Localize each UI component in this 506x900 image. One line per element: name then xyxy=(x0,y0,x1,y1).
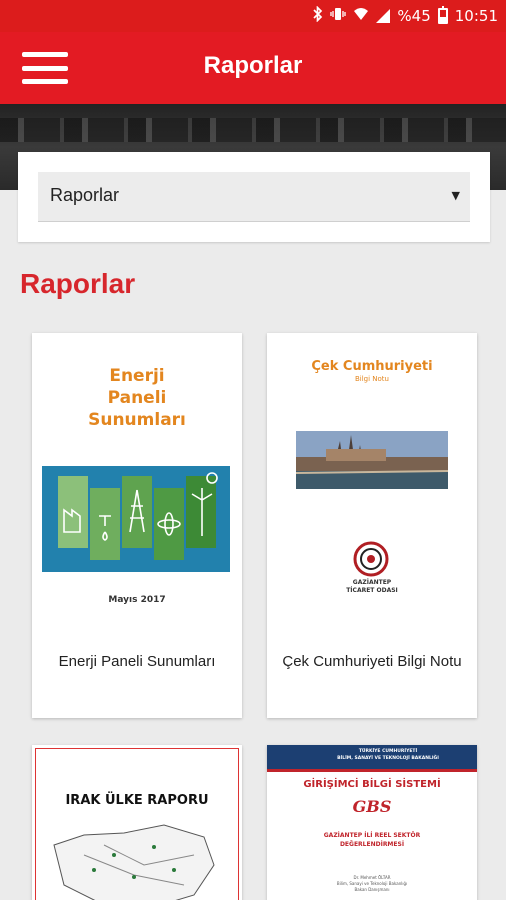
dropdown-arrow-icon: ▼ xyxy=(451,189,460,202)
report-card-enerji[interactable]: Enerji Paneli Sunumları Mayıs 2017 Enerj… xyxy=(32,333,242,718)
app-bar-title: Raporlar xyxy=(203,52,303,79)
cover-author: Dr. Mehmet ÖLTAR Bilim, Sanayi ve Teknol… xyxy=(336,875,408,892)
cover-title: GİRİŞİMCİ BİLGİ SİSTEMİ xyxy=(303,779,441,790)
report-card-caption: Çek Cumhuriyeti Bilgi Notu xyxy=(282,653,462,670)
cover-date: Mayıs 2017 xyxy=(108,595,166,605)
cover-header-band: TÜRKİYE CUMHURİYETİ BİLİM, SANAYİ VE TEK… xyxy=(267,745,477,769)
gaziantep-chamber-logo xyxy=(353,541,389,577)
app-bar: Raporlar xyxy=(0,32,506,104)
logo-caption: GAZİANTEP TİCARET ODASI xyxy=(346,579,398,594)
section-title: Raporlar xyxy=(20,268,136,299)
energy-illustration xyxy=(42,466,230,572)
gbs-logo: GBS xyxy=(352,797,392,816)
cover-title: Enerji Paneli Sunumları xyxy=(88,366,186,430)
dropdown-selected-value: Raporlar xyxy=(50,185,120,205)
cover-title: IRAK ÜLKE RAPORU xyxy=(65,793,209,808)
wifi-icon xyxy=(353,6,369,26)
iraq-map xyxy=(44,815,224,900)
prague-photo xyxy=(296,431,448,489)
bluetooth-icon xyxy=(313,5,323,26)
signal-icon xyxy=(376,9,391,23)
status-bar: %45 10:51 xyxy=(0,0,506,32)
battery-icon xyxy=(437,6,448,24)
report-card-irak[interactable]: IRAK ÜLKE RAPORU xyxy=(32,745,242,900)
cover-subtitle: GAZİANTEP İLİ REEL SEKTÖR DEĞERLENDİRMES… xyxy=(323,832,421,848)
category-dropdown[interactable]: Raporlar ▼ xyxy=(38,172,470,222)
report-card-caption: Enerji Paneli Sunumları xyxy=(58,653,216,670)
cover-title: Çek Cumhuriyeti xyxy=(311,359,433,374)
report-card-girisimci[interactable]: TÜRKİYE CUMHURİYETİ BİLİM, SANAYİ VE TEK… xyxy=(267,745,477,900)
report-card-cek-cumhuriyeti[interactable]: Çek Cumhuriyeti Bilgi Notu GAZİANTEP TİC… xyxy=(267,333,477,718)
filter-card: Raporlar ▼ xyxy=(18,152,490,242)
clock: 10:51 xyxy=(454,7,498,25)
battery-percent: %45 xyxy=(397,7,431,25)
cover-subtitle: Bilgi Notu xyxy=(354,375,389,383)
vibrate-icon xyxy=(330,6,347,26)
